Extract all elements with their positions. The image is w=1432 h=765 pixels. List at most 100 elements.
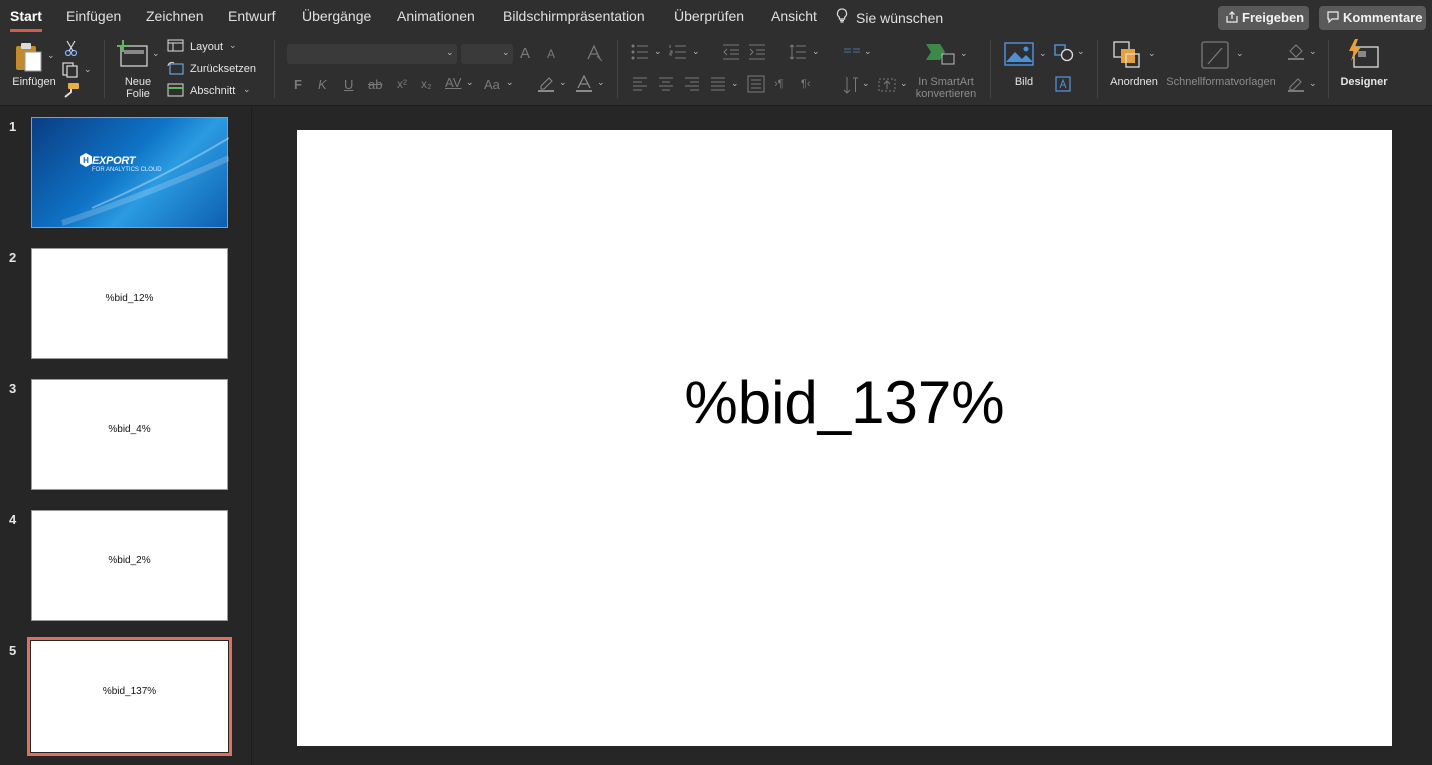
shrink-font-button[interactable]: A [547,47,555,61]
current-slide[interactable]: %bid_137% [297,130,1392,746]
change-case-button[interactable]: Aa [484,77,500,92]
numbering-chevron-icon[interactable]: ⌄ [692,46,700,57]
highlight-chevron-icon[interactable]: ⌄ [559,77,567,88]
text-direction-icon[interactable] [843,76,859,94]
smartart-icon[interactable] [925,42,955,66]
align-text-chevron-icon[interactable]: ⌄ [900,78,908,89]
text-direction-chevron-icon[interactable]: ⌄ [862,78,870,89]
quick-styles-chevron-icon[interactable]: ⌄ [1236,48,1244,59]
tab-zeichnen[interactable]: Zeichnen [146,8,204,24]
picture-chevron-icon[interactable]: ⌄ [1039,48,1047,59]
section-chevron-icon[interactable]: ⌄ [243,84,251,95]
align-right-icon[interactable] [684,77,700,91]
tell-me-label: Sie wünschen [856,10,944,26]
shape-outline-chevron-icon[interactable]: ⌄ [1309,78,1317,89]
quick-styles-icon[interactable] [1200,40,1230,70]
justify-chevron-icon[interactable]: ⌄ [731,78,739,89]
paste-icon[interactable] [14,41,44,73]
rtl-icon[interactable]: ¶‹ [801,78,811,90]
slide-thumbnail-panel[interactable]: 1 H EXPORT FOR ANALYTICS CLOUD 2 %bid_12… [0,107,252,765]
tab-bildschirmpraesentation[interactable]: Bildschirmpräsentation [503,8,645,24]
highlight-icon[interactable] [537,75,555,93]
slide-number: 3 [9,381,17,396]
tab-uebergaenge[interactable]: Übergänge [302,8,371,24]
line-spacing-chevron-icon[interactable]: ⌄ [812,46,820,57]
ribbon-separator [274,40,275,98]
grow-font-button[interactable]: A [520,45,530,62]
section-button[interactable]: Abschnitt [190,85,235,97]
tab-einfuegen[interactable]: Einfügen [66,8,121,24]
paste-chevron-icon[interactable]: ⌄ [47,50,55,61]
align-left-icon[interactable] [632,77,648,91]
line-spacing-icon[interactable] [789,44,807,60]
tab-ueberpruefen[interactable]: Überprüfen [674,8,744,24]
ltr-icon[interactable]: ›¶ [774,78,784,90]
justify-icon[interactable] [710,77,726,91]
numbering-icon[interactable] [669,44,687,60]
align-center-icon[interactable] [658,77,674,91]
columns-icon[interactable] [843,45,861,59]
increase-indent-icon[interactable] [748,44,766,60]
bullets-icon[interactable] [631,44,649,60]
strikethrough-button[interactable]: ab [368,77,382,92]
copy-chevron-icon[interactable]: ⌄ [84,64,92,75]
subscript-button[interactable]: x₂ [421,77,432,91]
columns-chevron-icon[interactable]: ⌄ [864,46,872,57]
tab-entwurf[interactable]: Entwurf [228,8,275,24]
font-size-chevron-icon[interactable]: ⌄ [502,47,510,58]
designer-icon[interactable] [1346,39,1380,71]
slide-thumbnail-3[interactable]: %bid_4% [31,379,228,490]
smartart-chevron-icon[interactable]: ⌄ [960,48,968,59]
tab-ansicht[interactable]: Ansicht [771,8,817,24]
character-spacing-chevron-icon[interactable]: ⌄ [466,77,474,88]
bullets-chevron-icon[interactable]: ⌄ [654,46,662,57]
shape-outline-icon[interactable] [1287,75,1305,93]
text-box-icon[interactable] [1055,76,1071,92]
shape-fill-icon[interactable] [1287,43,1305,61]
arrange-chevron-icon[interactable]: ⌄ [1148,48,1156,59]
new-slide-chevron-icon[interactable]: ⌄ [152,48,160,59]
arrange-label: Anordnen [1110,76,1158,88]
slide-thumbnail-5[interactable]: %bid_137% [27,637,232,756]
distributed-icon[interactable] [747,75,765,93]
slide-thumbnail-4[interactable]: %bid_2% [31,510,228,621]
arrange-icon[interactable] [1113,41,1141,69]
designer-label: Designer [1340,76,1388,88]
copy-icon[interactable] [62,62,80,78]
slide-thumbnail-1[interactable]: H EXPORT FOR ANALYTICS CLOUD [31,117,229,228]
share-button[interactable]: Freigeben [1218,6,1309,30]
align-text-icon[interactable] [878,76,896,94]
font-name-combo[interactable] [287,44,457,64]
superscript-button[interactable]: x² [397,77,407,91]
tab-animationen[interactable]: Animationen [397,8,475,24]
ribbon-toolbar: ⌄ Einfügen ⌄ ⌄ Neue Folie Layout ⌄ Zurüc… [0,34,1432,106]
comments-button[interactable]: Kommentare [1319,6,1426,30]
layout-chevron-icon[interactable]: ⌄ [229,40,237,51]
decrease-indent-icon[interactable] [722,44,740,60]
new-slide-icon[interactable] [117,40,149,68]
underline-button[interactable]: U [344,77,353,92]
tab-start[interactable]: Start [10,8,42,32]
new-slide-label: Neue Folie [124,76,152,100]
italic-button[interactable]: K [318,77,327,92]
font-name-chevron-icon[interactable]: ⌄ [446,47,454,58]
shape-fill-chevron-icon[interactable]: ⌄ [1309,46,1317,57]
layout-button[interactable]: Layout [190,41,223,53]
shapes-icon[interactable] [1054,44,1074,62]
font-color-icon[interactable] [575,75,593,93]
clear-formatting-icon[interactable] [586,44,604,62]
cut-icon[interactable] [64,40,78,56]
slide-thumbnail-text: %bid_2% [108,555,151,566]
format-painter-icon[interactable] [62,82,80,98]
ribbon-separator [104,40,105,98]
tell-me-search[interactable]: Sie wünschen [836,8,943,26]
change-case-chevron-icon[interactable]: ⌄ [506,77,514,88]
slide-thumbnail-2[interactable]: %bid_12% [31,248,228,359]
shapes-chevron-icon[interactable]: ⌄ [1077,46,1085,57]
font-color-chevron-icon[interactable]: ⌄ [597,77,605,88]
picture-icon[interactable] [1004,42,1034,66]
reset-button[interactable]: Zurücksetzen [190,63,256,75]
bold-button[interactable]: F [294,77,302,92]
slide-text-box[interactable]: %bid_137% [297,368,1392,437]
character-spacing-button[interactable]: AV [445,75,461,90]
